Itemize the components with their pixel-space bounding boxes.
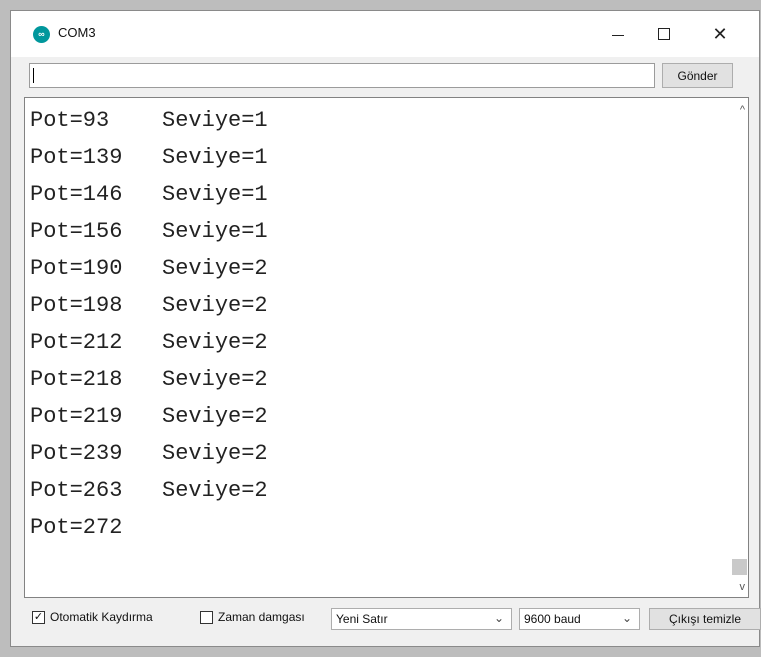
output-line: Pot=272 — [30, 515, 123, 540]
autoscroll-label[interactable]: Otomatik Kaydırma — [50, 610, 153, 624]
bottom-toolbar: ✓ Otomatik Kaydırma Zaman damgası Yeni S… — [24, 600, 761, 634]
minimize-button[interactable] — [595, 11, 641, 57]
timestamp-label[interactable]: Zaman damgası — [218, 610, 305, 624]
minimize-icon — [612, 34, 624, 36]
clear-output-button[interactable]: Çıkışı temizle — [649, 608, 761, 630]
output-line: Pot=239 Seviye=2 — [30, 441, 268, 466]
output-line: Pot=212 Seviye=2 — [30, 330, 268, 355]
autoscroll-checkbox[interactable]: ✓ — [32, 611, 45, 624]
output-line: Pot=190 Seviye=2 — [30, 256, 268, 281]
send-button[interactable]: Gönder — [662, 63, 733, 88]
arduino-icon: ∞ — [33, 26, 50, 43]
output-line: Pot=156 Seviye=1 — [30, 219, 268, 244]
output-line: Pot=263 Seviye=2 — [30, 478, 268, 503]
window-title: COM3 — [58, 25, 96, 40]
output-lines: Pot=93 Seviye=1 Pot=139 Seviye=1 Pot=146 S… — [30, 102, 268, 546]
maximize-button[interactable] — [641, 11, 687, 57]
text-caret — [33, 68, 34, 83]
serial-output[interactable]: Pot=93 Seviye=1 Pot=139 Seviye=1 Pot=146 S… — [24, 97, 749, 598]
scrollbar-thumb[interactable] — [732, 559, 747, 575]
output-line: Pot=93 Seviye=1 — [30, 108, 268, 133]
close-button[interactable]: ✕ — [697, 11, 743, 57]
title-bar[interactable]: ∞ COM3 ✕ — [11, 11, 759, 57]
serial-monitor-window: ∞ COM3 ✕ Gönder Pot=93 Seviye=1 Pot=139 S… — [10, 10, 761, 647]
output-line: Pot=218 Seviye=2 — [30, 367, 268, 392]
chevron-down-icon: ⌄ — [621, 611, 632, 625]
chevron-down-icon: ⌄ — [493, 611, 504, 625]
baud-rate-value: 9600 baud — [524, 612, 581, 626]
timestamp-checkbox[interactable] — [200, 611, 213, 624]
line-ending-select[interactable]: Yeni Satır ⌄ — [331, 608, 512, 630]
baud-rate-select[interactable]: 9600 baud ⌄ — [519, 608, 640, 630]
line-ending-value: Yeni Satır — [336, 612, 388, 626]
output-line: Pot=146 Seviye=1 — [30, 182, 268, 207]
scroll-up-icon[interactable]: ^ — [740, 104, 745, 116]
send-input[interactable] — [29, 63, 655, 88]
output-line: Pot=139 Seviye=1 — [30, 145, 268, 170]
output-line: Pot=219 Seviye=2 — [30, 404, 268, 429]
vertical-scrollbar[interactable]: ^ v — [731, 98, 748, 597]
maximize-icon — [658, 28, 670, 40]
close-icon: ✕ — [712, 23, 728, 44]
output-line: Pot=198 Seviye=2 — [30, 293, 268, 318]
scroll-down-icon[interactable]: v — [740, 581, 746, 593]
